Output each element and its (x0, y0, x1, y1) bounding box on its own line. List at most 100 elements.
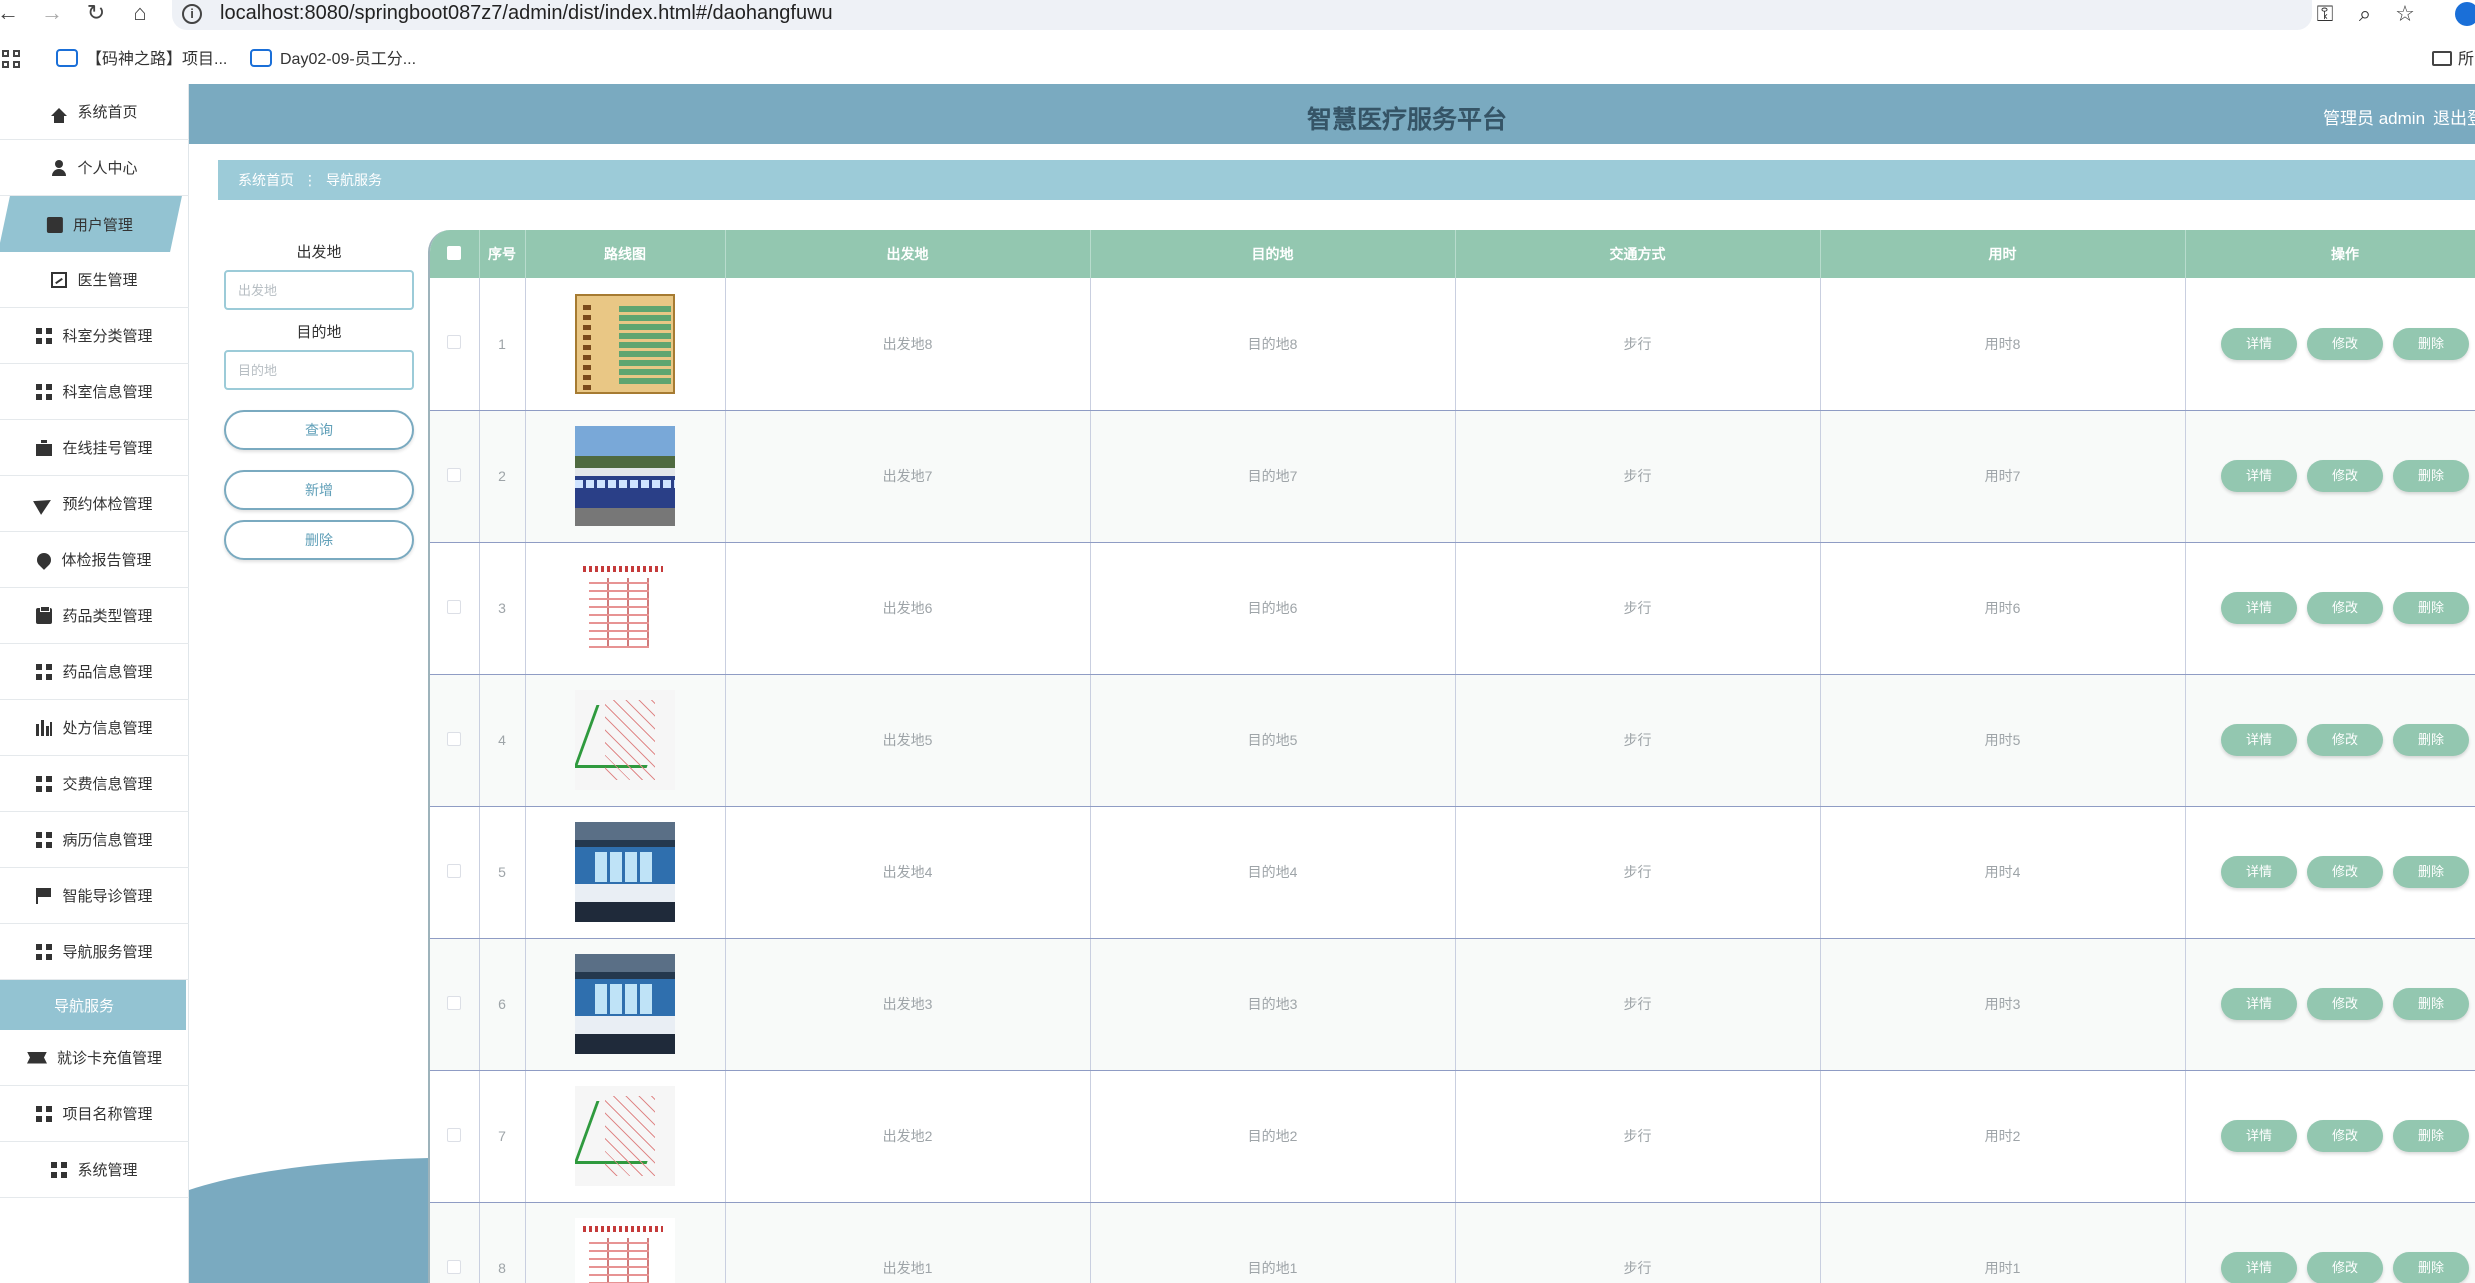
sidebar-item-card-recharge[interactable]: 就诊卡充值管理 (0, 1030, 189, 1086)
star-icon[interactable]: ☆ (2390, 0, 2420, 28)
detail-button[interactable]: 详情 (2221, 592, 2297, 624)
home-icon[interactable]: ⌂ (126, 0, 154, 28)
sidebar-item-drug-info[interactable]: 药品信息管理 (0, 644, 189, 700)
back-icon[interactable]: ← (0, 0, 22, 28)
profile-avatar[interactable] (2455, 2, 2475, 26)
route-map-image[interactable] (575, 558, 675, 658)
sidebar-item-checkup-booking[interactable]: 预约体检管理 (0, 476, 189, 532)
route-map-image[interactable] (575, 822, 675, 922)
sidebar-item-project-name[interactable]: 项目名称管理 (0, 1086, 189, 1142)
sidebar-item-prescription[interactable]: 处方信息管理 (0, 700, 189, 756)
user-icon (51, 159, 67, 176)
edit-button[interactable]: 修改 (2307, 327, 2383, 360)
sidebar-item-drug-type[interactable]: 药品类型管理 (0, 588, 189, 644)
origin-input[interactable] (224, 270, 414, 310)
edit-button[interactable]: 修改 (2307, 1252, 2383, 1283)
column-header-transport: 交通方式 (1455, 230, 1821, 278)
forward-icon[interactable]: → (38, 0, 66, 28)
row-delete-button[interactable]: 删除 (2393, 988, 2469, 1020)
route-map-image[interactable] (575, 954, 675, 1054)
row-checkbox[interactable] (447, 1127, 462, 1142)
row-duration: 用时8 (1820, 278, 2186, 411)
add-button[interactable]: 新增 (224, 470, 414, 510)
grid-icon (36, 775, 53, 792)
sidebar-item-smart-guide[interactable]: 智能导诊管理 (0, 868, 189, 924)
destination-input[interactable] (224, 350, 414, 390)
row-checkbox[interactable] (447, 1259, 462, 1274)
row-origin: 出发地5 (725, 674, 1091, 807)
breadcrumb-home[interactable]: 系统首页 (238, 170, 294, 190)
row-delete-button[interactable]: 删除 (2393, 327, 2469, 360)
sidebar-item-registration[interactable]: 在线挂号管理 (0, 420, 189, 476)
row-transport: 步行 (1455, 806, 1821, 939)
url-text[interactable]: localhost:8080/springboot087z7/admin/dis… (220, 2, 833, 25)
admin-label: 管理员 admin (2323, 109, 2426, 128)
detail-button[interactable]: 详情 (2221, 856, 2297, 888)
sidebar-item-doctors[interactable]: 医生管理 (0, 252, 189, 308)
row-checkbox[interactable] (447, 335, 462, 350)
row-delete-button[interactable]: 删除 (2393, 724, 2469, 756)
select-all-cell[interactable] (430, 230, 480, 278)
row-delete-button[interactable]: 删除 (2393, 460, 2469, 492)
edit-button[interactable]: 修改 (2307, 856, 2383, 888)
bookmark-1[interactable]: 【码神之路】项目... (56, 46, 227, 74)
route-map-image[interactable] (575, 426, 675, 526)
sidebar-item-navigation[interactable]: 导航服务管理 (0, 924, 189, 980)
sidebar-item-dept-category[interactable]: 科室分类管理 (0, 308, 189, 364)
sidebar-item-dept-info[interactable]: 科室信息管理 (0, 364, 189, 420)
table-header-row: 序号 路线图 出发地 目的地 交通方式 用时 操作 (430, 230, 2475, 278)
logout-link[interactable]: 退出登 (2433, 104, 2475, 129)
bookmark-folder[interactable]: 所 (2432, 46, 2474, 74)
row-transport: 步行 (1455, 1202, 1821, 1283)
detail-button[interactable]: 详情 (2221, 460, 2297, 492)
row-checkbox[interactable] (447, 995, 462, 1010)
sidebar-item-payment[interactable]: 交费信息管理 (0, 756, 189, 812)
sidebar-item-users[interactable]: 用户管理 (0, 196, 182, 252)
sidebar-item-checkup-report[interactable]: 体检报告管理 (0, 532, 189, 588)
query-button[interactable]: 查询 (224, 410, 414, 450)
bookmark-2[interactable]: Day02-09-员工分... (250, 46, 416, 74)
edit-button[interactable]: 修改 (2307, 1120, 2383, 1152)
row-checkbox[interactable] (447, 467, 462, 482)
table-row: 4 出发地5 目的地5 步行 用时5 详情 修改 删除 (430, 674, 2475, 807)
detail-button[interactable]: 详情 (2221, 1252, 2297, 1283)
sidebar-item-profile[interactable]: 个人中心 (0, 140, 189, 196)
info-icon[interactable]: i (182, 4, 202, 24)
detail-button[interactable]: 详情 (2221, 988, 2297, 1020)
route-map-image[interactable] (575, 690, 675, 790)
row-delete-button[interactable]: 删除 (2393, 592, 2469, 624)
row-index: 1 (479, 278, 526, 411)
row-delete-button[interactable]: 删除 (2393, 1120, 2469, 1152)
detail-button[interactable]: 详情 (2221, 1120, 2297, 1152)
detail-button[interactable]: 详情 (2221, 327, 2297, 360)
table-row: 2 出发地7 目的地7 步行 用时7 详情 修改 删除 (430, 410, 2475, 543)
route-map-image[interactable] (575, 1218, 675, 1283)
row-delete-button[interactable]: 删除 (2393, 856, 2469, 888)
delete-button[interactable]: 删除 (224, 520, 414, 560)
sidebar-item-system[interactable]: 系统管理 (0, 1142, 189, 1198)
select-all-checkbox[interactable] (447, 245, 462, 260)
address-bar[interactable]: i localhost:8080/springboot087z7/admin/d… (172, 0, 2312, 30)
route-map-image[interactable] (575, 293, 675, 394)
edit-button[interactable]: 修改 (2307, 724, 2383, 756)
sidebar-subitem-navigation-service[interactable]: 导航服务 (0, 980, 186, 1030)
row-index: 8 (479, 1202, 526, 1283)
row-origin: 出发地1 (725, 1202, 1091, 1283)
key-icon[interactable]: ⚿ (2310, 0, 2340, 28)
sidebar-item-medical-record[interactable]: 病历信息管理 (0, 812, 189, 868)
edit-button[interactable]: 修改 (2307, 592, 2383, 624)
clipboard-icon (36, 605, 53, 624)
detail-button[interactable]: 详情 (2221, 724, 2297, 756)
row-destination: 目的地7 (1090, 410, 1456, 543)
row-checkbox[interactable] (447, 599, 462, 614)
reload-icon[interactable]: ↻ (82, 0, 110, 28)
edit-button[interactable]: 修改 (2307, 460, 2383, 492)
edit-button[interactable]: 修改 (2307, 988, 2383, 1020)
row-checkbox[interactable] (447, 731, 462, 746)
sidebar-item-home[interactable]: 系统首页 (0, 84, 189, 140)
row-delete-button[interactable]: 删除 (2393, 1252, 2469, 1283)
route-map-image[interactable] (575, 1086, 675, 1186)
zoom-icon[interactable]: ⌕ (2350, 0, 2380, 28)
row-duration: 用时4 (1820, 806, 2186, 939)
row-checkbox[interactable] (447, 863, 462, 878)
